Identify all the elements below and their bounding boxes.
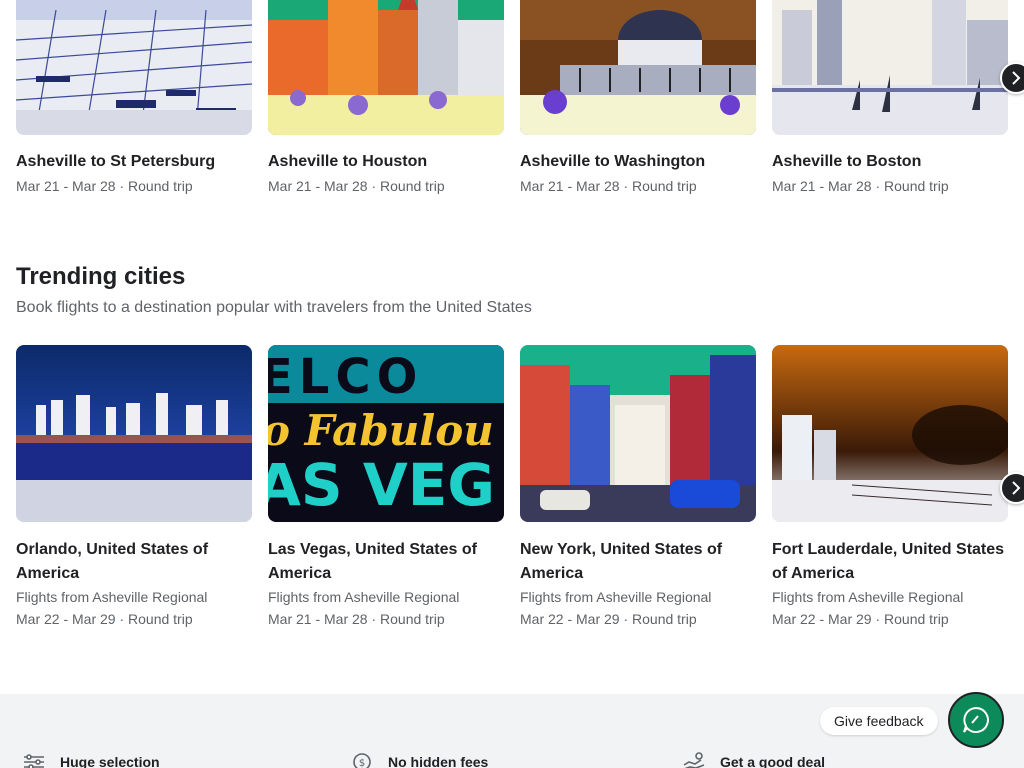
destination-image: ELCO o Fabulou AS VEG xyxy=(268,345,504,522)
card-origin: Flights from Asheville Regional xyxy=(520,589,712,605)
trending-card-new-york[interactable]: New York, United States of America Fligh… xyxy=(520,345,756,630)
card-origin: Flights from Asheville Regional xyxy=(16,589,208,605)
destination-image xyxy=(16,0,252,135)
feature-good-deal: Get a good deal xyxy=(682,752,825,768)
card-dates: Mar 22 - Mar 29 · Round trip xyxy=(772,611,949,627)
card-title: Asheville to Boston xyxy=(772,153,922,170)
card-title: Las Vegas, United States of America xyxy=(268,541,477,582)
card-title: New York, United States of America xyxy=(520,541,723,582)
card-title: Asheville to Houston xyxy=(268,153,428,170)
destination-card-houston[interactable]: Asheville to Houston Mar 21 - Mar 28 · R… xyxy=(268,0,504,197)
card-title: Asheville to St Petersburg xyxy=(16,153,216,170)
card-title: Asheville to Washington xyxy=(520,153,706,170)
card-dates: Mar 22 - Mar 29 · Round trip xyxy=(16,611,193,627)
destination-card-boston[interactable]: Asheville to Boston Mar 21 - Mar 28 · Ro… xyxy=(772,0,1008,197)
feature-huge-selection: Huge selection xyxy=(22,752,160,768)
destination-card-st-petersburg[interactable]: Asheville to St Petersburg Mar 21 - Mar … xyxy=(16,0,252,197)
feature-label: No hidden fees xyxy=(388,754,489,768)
card-dates: Mar 21 - Mar 28 · Round trip xyxy=(520,178,697,194)
card-dates: Mar 21 - Mar 28 · Round trip xyxy=(268,611,445,627)
trending-card-fort-lauderdale[interactable]: Fort Lauderdale, United States of Americ… xyxy=(772,345,1008,630)
chevron-right-icon xyxy=(1012,71,1021,85)
trending-cities-row: Orlando, United States of America Flight… xyxy=(16,345,1008,630)
card-origin: Flights from Asheville Regional xyxy=(268,589,460,605)
card-dates: Mar 22 - Mar 29 · Round trip xyxy=(520,611,697,627)
sign-text-vegas: AS VEG xyxy=(268,451,495,519)
trending-card-las-vegas[interactable]: ELCO o Fabulou AS VEG Las Vegas, United … xyxy=(268,345,504,630)
carousel-next-button[interactable] xyxy=(1000,472,1024,504)
destination-image xyxy=(520,345,756,522)
sign-text-fabulous: o Fabulou xyxy=(268,406,494,455)
destinations-row: Asheville to St Petersburg Mar 21 - Mar … xyxy=(16,0,1008,197)
chat-icon xyxy=(963,706,989,733)
card-title: Fort Lauderdale, United States of Americ… xyxy=(772,541,1005,582)
selection-icon xyxy=(22,752,46,768)
destination-image xyxy=(268,0,504,135)
card-title: Orlando, United States of America xyxy=(16,541,209,582)
chat-button[interactable] xyxy=(948,692,1004,748)
destination-image xyxy=(16,345,252,522)
card-dates: Mar 21 - Mar 28 · Round trip xyxy=(268,178,445,194)
destination-image xyxy=(772,0,1008,135)
card-dates: Mar 21 - Mar 28 · Round trip xyxy=(772,178,949,194)
give-feedback-button[interactable]: Give feedback xyxy=(820,707,938,735)
dollar-icon: $ xyxy=(350,752,374,768)
feature-label: Huge selection xyxy=(60,754,160,768)
section-subtitle: Book flights to a destination popular wi… xyxy=(16,299,532,316)
section-title: Trending cities xyxy=(16,263,186,290)
destination-card-washington[interactable]: Asheville to Washington Mar 21 - Mar 28 … xyxy=(520,0,756,197)
deal-icon xyxy=(682,752,706,768)
card-dates: Mar 21 - Mar 28 · Round trip xyxy=(16,178,193,194)
destination-image xyxy=(520,0,756,135)
svg-text:$: $ xyxy=(359,758,365,768)
carousel-next-button[interactable] xyxy=(1000,62,1024,94)
chevron-right-icon xyxy=(1012,481,1021,495)
trending-card-orlando[interactable]: Orlando, United States of America Flight… xyxy=(16,345,252,630)
destination-image xyxy=(772,345,1008,522)
card-origin: Flights from Asheville Regional xyxy=(772,589,964,605)
feature-no-hidden-fees: $ No hidden fees xyxy=(350,752,488,768)
feature-label: Get a good deal xyxy=(720,754,826,768)
sign-text-welcome: ELCO xyxy=(268,349,423,405)
